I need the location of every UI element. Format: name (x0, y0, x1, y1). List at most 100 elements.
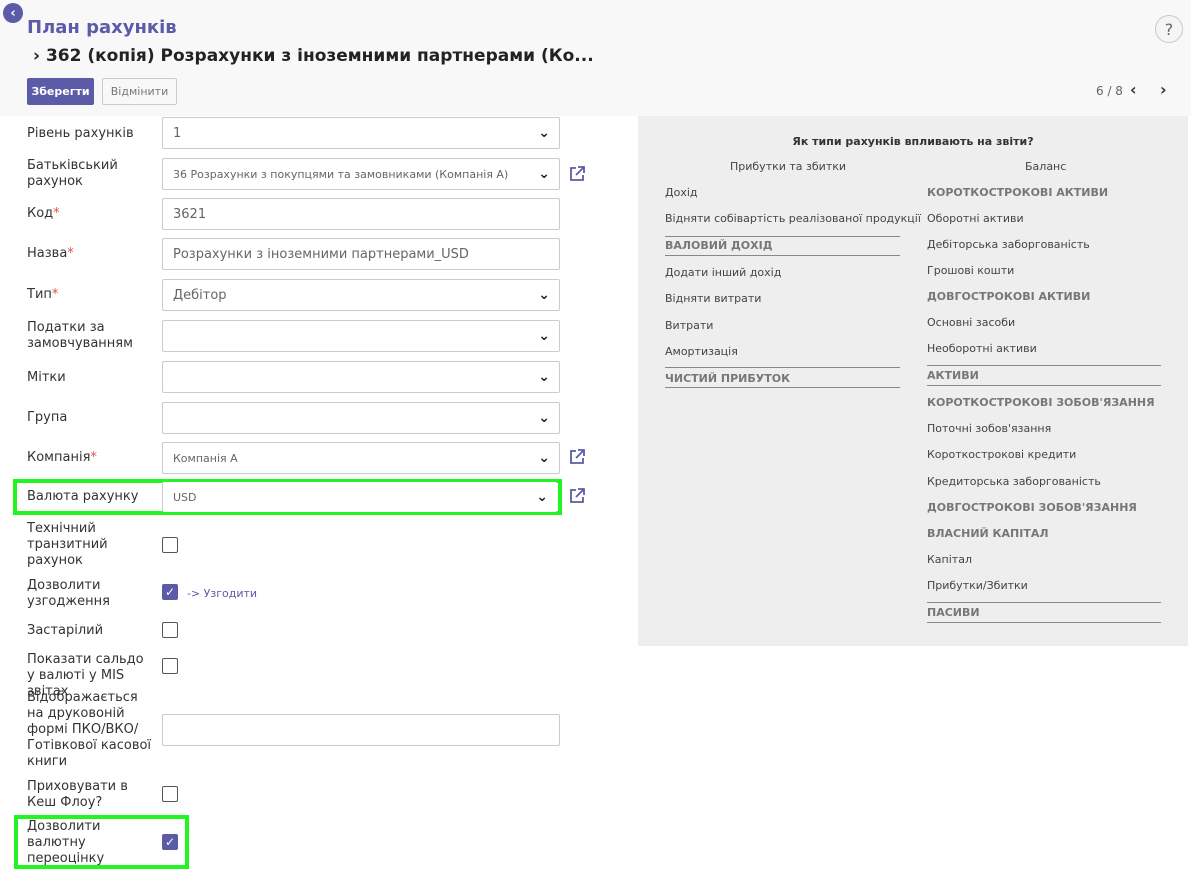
deprecated-label: Застарілий (27, 623, 104, 638)
name-label: Назва* (27, 246, 157, 262)
parent-value: 36 Розрахунки з покупцями та замовниками… (173, 167, 509, 181)
level-select[interactable]: 1 ⌄ (162, 117, 560, 149)
name-input[interactable]: Розрахунки з іноземними партнерами_USD (162, 238, 560, 270)
cash-label: Відображається на друковоній формі ПКО/В… (27, 690, 152, 769)
type-label: Тип* (27, 287, 157, 303)
revaluation-label: Дозволити валютну переоцінку (27, 819, 105, 866)
required-mark: * (51, 287, 59, 302)
required-mark: * (90, 450, 97, 465)
pl-other-income: Додати інший дохід (665, 266, 782, 279)
breadcrumb-record: › 362 (копія) Розрахунки з іноземними па… (33, 46, 594, 66)
reconcile-label: Дозволити узгодження (27, 578, 110, 609)
bs-noncurrent-assets: ДОВГОСТРОКОВІ АКТИВИ (927, 290, 1091, 303)
bs-current-liab: КОРОТКОСТРОКОВІ ЗОБОВ'ЯЗАННЯ (927, 396, 1155, 409)
transit-label: Технічний транзитний рахунок (27, 521, 108, 568)
bs-fixed: Основні засоби (927, 316, 1016, 329)
cancel-button[interactable]: Відмінити (102, 78, 177, 105)
bs-cash: Грошові кошти (927, 264, 1015, 277)
company-label: Компанія* (27, 450, 157, 466)
mis-checkbox[interactable] (162, 658, 178, 674)
group-label: Група (27, 410, 68, 425)
parent-select[interactable]: 36 Розрахунки з покупцями та замовниками… (162, 158, 560, 190)
transit-checkbox[interactable] (162, 537, 178, 553)
currency-label: Валюта рахунку (27, 489, 139, 504)
pl-gross: ВАЛОВИЙ ДОХІД (665, 239, 773, 252)
type-select[interactable]: Дебітор ⌄ (162, 279, 560, 311)
revaluation-checkbox[interactable]: ✓ (162, 834, 178, 850)
pl-depreciation: Амортизація (665, 345, 738, 358)
help-button[interactable]: ? (1155, 15, 1183, 43)
divider (927, 385, 1161, 386)
pl-expenses: Витрати (665, 319, 714, 332)
cash-input[interactable] (162, 714, 560, 746)
external-link-icon[interactable] (568, 487, 586, 505)
breadcrumb-app[interactable]: План рахунків (27, 17, 177, 38)
panel-title: Як типи рахунків впливають на звіти? (792, 135, 1034, 148)
bs-long-liab: ДОВГОСТРОКОВІ ЗОБОВ'ЯЗАННЯ (927, 501, 1137, 514)
chevron-down-icon: ⌄ (538, 450, 550, 466)
level-value: 1 (173, 125, 182, 141)
tags-label: Мітки (27, 370, 66, 385)
chevron-down-icon: ⌄ (538, 328, 550, 344)
chevron-down-icon: ⌄ (536, 489, 548, 505)
level-label: Рівень рахунків (27, 126, 134, 141)
bs-pl: Прибутки/Збитки (927, 579, 1028, 592)
pl-income: Дохід (665, 186, 698, 199)
company-value: Компанія А (173, 451, 238, 465)
chevron-down-icon: ⌄ (538, 125, 550, 141)
code-label-text: Код (27, 206, 54, 221)
code-input[interactable]: 3621 (162, 198, 560, 230)
bs-header: Баланс (1025, 160, 1067, 173)
name-label-text: Назва (27, 246, 68, 261)
chevron-down-icon: ⌄ (538, 410, 550, 426)
divider (665, 236, 900, 237)
pl-cogs: Відняти собівартість реалізованої продук… (665, 212, 921, 225)
company-label-text: Компанія (27, 450, 91, 465)
name-value: Розрахунки з іноземними партнерами_USD (173, 246, 469, 262)
bs-assets: АКТИВИ (927, 369, 979, 382)
reconcile-link[interactable]: -> Узгодити (187, 587, 257, 600)
divider (927, 602, 1161, 603)
pl-sub-expenses: Відняти витрати (665, 292, 762, 305)
hide-cashflow-checkbox[interactable] (162, 786, 178, 802)
reconcile-checkbox[interactable]: ✓ (162, 584, 178, 600)
bs-current-assets: КОРОТКОСТРОКОВІ АКТИВИ (927, 186, 1109, 199)
pl-net: ЧИСТИЙ ПРИБУТОК (665, 372, 791, 385)
code-value: 3621 (173, 206, 207, 222)
type-value: Дебітор (173, 287, 227, 303)
bs-payable: Кредиторська заборгованість (927, 475, 1101, 488)
account-type-help-panel: Як типи рахунків впливають на звіти? При… (638, 116, 1188, 646)
divider (665, 255, 900, 256)
divider (927, 622, 1161, 623)
tags-select[interactable]: ⌄ (162, 361, 560, 393)
currency-value: USD (173, 490, 197, 504)
back-icon[interactable]: ‹ (3, 3, 23, 23)
bs-equity-header: ВЛАСНИЙ КАПІТАЛ (927, 527, 1049, 540)
chevron-right-icon: › (33, 46, 41, 66)
required-mark: * (53, 206, 60, 221)
parent-label: Батьківський рахунок (27, 158, 118, 189)
bs-current-liab-item: Поточні зобов'язання (927, 422, 1052, 435)
bs-receivable: Дебіторська заборгованість (927, 238, 1090, 251)
external-link-icon[interactable] (568, 165, 586, 183)
taxes-select[interactable]: ⌄ (162, 320, 560, 352)
chevron-down-icon: ⌄ (538, 166, 550, 182)
external-link-icon[interactable] (568, 448, 586, 466)
company-select[interactable]: Компанія А ⌄ (162, 442, 560, 474)
currency-select[interactable]: USD ⌄ (162, 482, 557, 512)
pl-header: Прибутки та збитки (730, 160, 847, 173)
pager-prev-icon[interactable]: ‹ (1130, 80, 1137, 99)
save-button[interactable]: Зберегти (27, 78, 94, 105)
divider (927, 365, 1161, 366)
bs-noncurrent: Необоротні активи (927, 342, 1037, 355)
type-label-text: Тип (27, 287, 52, 302)
divider (665, 367, 900, 368)
required-mark: * (67, 246, 74, 261)
record-title: 362 (копія) Розрахунки з іноземними парт… (45, 46, 594, 66)
chevron-down-icon: ⌄ (538, 287, 550, 303)
group-select[interactable]: ⌄ (162, 402, 560, 434)
pager-value: 6 / 8 (1096, 84, 1123, 98)
pager-next-icon[interactable]: › (1160, 80, 1167, 99)
hide-cashflow-label: Приховувати в Кеш Флоу? (27, 779, 128, 810)
deprecated-checkbox[interactable] (162, 622, 178, 638)
